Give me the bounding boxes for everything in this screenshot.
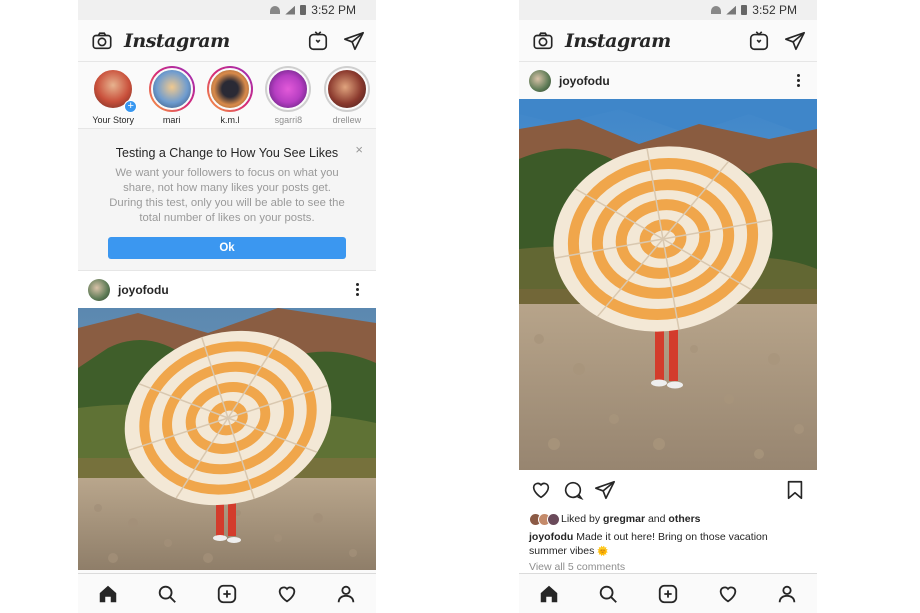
status-bar: 3:52 PM: [519, 0, 817, 20]
igtv-icon[interactable]: [306, 29, 330, 53]
avatar: [325, 68, 368, 110]
post-username[interactable]: joyofodu: [118, 283, 350, 297]
caption-username[interactable]: joyofodu: [529, 531, 573, 543]
more-options-icon[interactable]: [350, 283, 364, 296]
phone-screen-post: 3:52 PM Instagram joyofodu Liked by greg…: [519, 0, 817, 613]
add-story-icon: +: [124, 100, 138, 113]
sun-emoji-icon: 🌞: [597, 546, 609, 556]
story-mari[interactable]: mari: [142, 66, 200, 128]
app-logo: Instagram: [565, 29, 671, 52]
story-avatar-ring: [265, 66, 312, 112]
story-label: mari: [162, 115, 181, 125]
post-photo[interactable]: [78, 308, 376, 570]
avatar: [547, 512, 560, 526]
avatar[interactable]: [88, 278, 110, 301]
story-avatar-ring: [207, 66, 254, 112]
wifi-icon: [270, 6, 281, 14]
story-label: sgarri8: [274, 115, 303, 125]
add-post-icon[interactable]: [656, 582, 680, 606]
notice-body: We want your followers to focus on what …: [109, 167, 345, 224]
direct-message-icon[interactable]: [342, 29, 366, 53]
heart-icon[interactable]: [275, 582, 299, 606]
story-label: k.m.l: [220, 115, 240, 125]
add-post-icon[interactable]: [215, 582, 239, 606]
camera-icon[interactable]: [90, 29, 114, 53]
top-bar: Instagram: [519, 20, 817, 62]
ok-button[interactable]: Ok: [108, 237, 346, 259]
avatar: [150, 68, 193, 110]
battery-icon: [300, 5, 307, 15]
liked-by-prefix: Liked by: [561, 513, 601, 525]
app-logo: Instagram: [124, 29, 230, 52]
igtv-icon[interactable]: [747, 29, 771, 53]
liker-avatars: [529, 512, 560, 526]
status-time: 3:52 PM: [311, 3, 356, 17]
direct-message-icon[interactable]: [783, 29, 807, 53]
story-label: Your Story: [92, 115, 135, 125]
search-icon[interactable]: [596, 582, 620, 606]
phone-screen-feed-notice: 3:52 PM Instagram + Your Story mari k.m.…: [78, 0, 376, 613]
stories-tray: + Your Story mari k.m.l sgarri8 drellew: [78, 62, 376, 129]
liked-by[interactable]: Liked by gregmar and others: [519, 510, 817, 528]
comment-icon[interactable]: [561, 478, 585, 502]
likes-test-notice: × Testing a Change to How You See Likes …: [78, 129, 376, 271]
avatar: [267, 68, 310, 110]
top-bar: Instagram: [78, 20, 376, 62]
post-username[interactable]: joyofodu: [559, 74, 791, 88]
story-your-story[interactable]: + Your Story: [84, 66, 142, 128]
heart-icon[interactable]: [716, 582, 740, 606]
battery-icon: [741, 5, 748, 15]
home-icon[interactable]: [537, 582, 561, 606]
bottom-tab-bar: [78, 573, 376, 613]
bottom-tab-bar: [519, 573, 817, 613]
home-icon[interactable]: [96, 582, 120, 606]
close-icon[interactable]: ×: [355, 142, 363, 157]
story-avatar-ring: [148, 66, 195, 112]
profile-icon[interactable]: [775, 582, 799, 606]
share-icon[interactable]: [593, 478, 617, 502]
liked-by-user[interactable]: gregmar: [603, 513, 645, 525]
story-avatar-ring: +: [90, 66, 138, 113]
more-options-icon[interactable]: [791, 74, 805, 87]
liked-by-others[interactable]: others: [668, 513, 700, 525]
story-kml[interactable]: k.m.l: [201, 66, 259, 128]
view-comments-link[interactable]: View all 5 comments: [519, 558, 817, 573]
notice-title: Testing a Change to How You See Likes: [115, 146, 339, 160]
post-actions: [519, 470, 817, 510]
profile-icon[interactable]: [334, 582, 358, 606]
signal-icon: [285, 5, 296, 15]
camera-icon[interactable]: [531, 29, 555, 53]
post-photo[interactable]: [519, 99, 817, 470]
post-header: joyofodu: [78, 271, 376, 308]
post-header: joyofodu: [519, 62, 817, 99]
avatar: [209, 68, 252, 110]
post-caption: joyofodu Made it out here! Bring on thos…: [519, 528, 817, 558]
status-bar: 3:52 PM: [78, 0, 376, 20]
avatar[interactable]: [529, 69, 551, 92]
liked-by-and: and: [647, 513, 666, 525]
story-drellew[interactable]: drellew: [318, 66, 376, 128]
story-avatar-ring: [323, 66, 370, 112]
bookmark-icon[interactable]: [783, 478, 807, 502]
heart-icon[interactable]: [529, 478, 553, 502]
story-label: drellew: [332, 115, 362, 125]
story-sgarri8[interactable]: sgarri8: [259, 66, 317, 128]
signal-icon: [726, 5, 737, 15]
search-icon[interactable]: [155, 582, 179, 606]
status-time: 3:52 PM: [752, 3, 797, 17]
wifi-icon: [711, 6, 722, 14]
